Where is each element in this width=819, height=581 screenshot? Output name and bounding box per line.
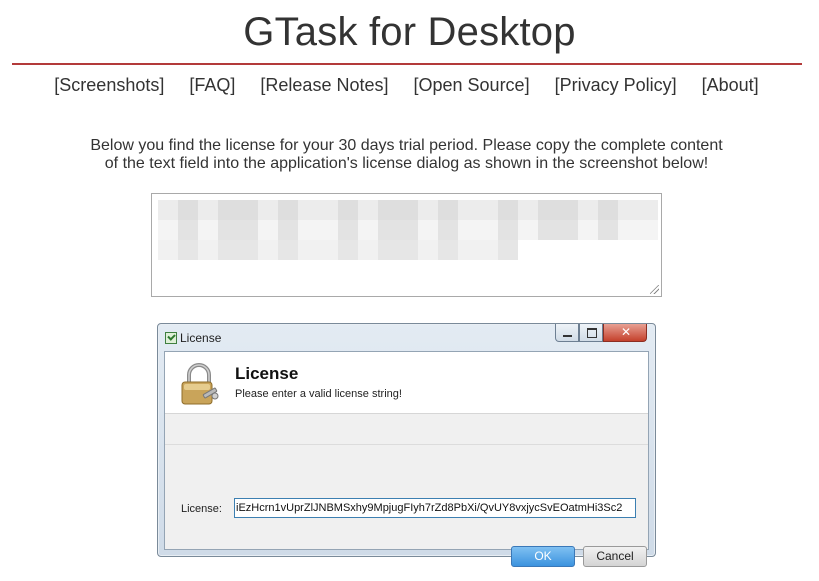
- site-title: GTask for Desktop: [243, 10, 576, 54]
- license-textarea[interactable]: [151, 193, 662, 297]
- nav-open-source-link[interactable]: [Open Source]: [414, 75, 530, 95]
- license-dialog-screenshot: License License Please enter a valid lic…: [157, 323, 656, 567]
- intro-line-1: Below you find the license for your 30 d…: [90, 137, 723, 154]
- app-check-icon: [165, 332, 177, 344]
- dialog-header: License Please enter a valid license str…: [165, 352, 648, 414]
- license-input[interactable]: iEzHcrn1vUprZlJNBMSxhy9MpjugFIyh7rZd8PbX…: [234, 498, 636, 518]
- maximize-icon[interactable]: [579, 324, 603, 342]
- padlock-icon: [181, 363, 219, 405]
- nav-about-link[interactable]: [About]: [702, 75, 759, 95]
- minimize-icon[interactable]: [555, 324, 579, 342]
- obscured-license-text: [158, 240, 518, 260]
- obscured-license-text: [158, 200, 658, 220]
- dialog-divider: [165, 444, 648, 445]
- nav-privacy-policy-link[interactable]: [Privacy Policy]: [555, 75, 677, 95]
- resize-grip-icon[interactable]: [650, 285, 659, 294]
- window-controls: [555, 324, 648, 343]
- nav-faq-link[interactable]: [FAQ]: [189, 75, 235, 95]
- nav-release-notes-link[interactable]: [Release Notes]: [260, 75, 388, 95]
- dialog-heading: License: [235, 364, 299, 383]
- intro-line-2: of the text field into the application's…: [104, 155, 709, 172]
- dialog-body: License Please enter a valid license str…: [164, 351, 649, 567]
- nav-screenshots-link[interactable]: [Screenshots]: [54, 75, 164, 95]
- obscured-license-text: [158, 220, 658, 240]
- dialog-subheading: Please enter a valid license string!: [235, 388, 402, 400]
- top-nav: [Screenshots] [FAQ] [Release Notes] [Ope…: [0, 75, 813, 96]
- dialog-window-title: License: [180, 331, 222, 345]
- cancel-button[interactable]: Cancel: [583, 546, 647, 567]
- title-divider: [12, 63, 802, 65]
- close-icon[interactable]: [603, 324, 648, 342]
- ok-button[interactable]: OK: [511, 546, 575, 567]
- intro-text: Below you find the license for your 30 d…: [60, 137, 753, 173]
- license-label: License:: [181, 503, 222, 515]
